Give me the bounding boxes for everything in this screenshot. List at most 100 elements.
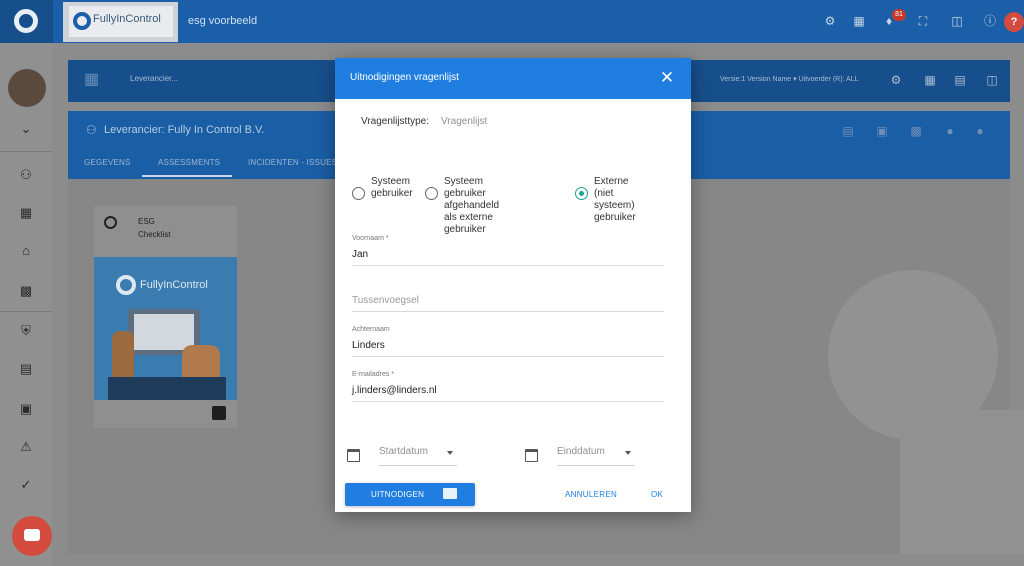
user-network-icon[interactable]: ⚇	[18, 167, 34, 183]
shield-icon[interactable]: ⛨	[18, 323, 34, 339]
building-icon[interactable]: ▤	[952, 72, 968, 88]
radio-label-line: systeem)	[594, 200, 635, 211]
home-icon[interactable]: ⌂	[18, 243, 34, 259]
email-label: E-mailadres *	[352, 371, 395, 378]
dialog-header: Uitnodigingen vragenlijst ✕	[335, 58, 691, 99]
radio-label-line: gebruiker	[594, 212, 636, 223]
tab-assessments[interactable]: ASSESSMENTS	[158, 158, 220, 167]
card-title: ESG Checklist	[138, 215, 170, 241]
tab-gegevens[interactable]: GEGEVENS	[84, 158, 131, 167]
close-icon[interactable]: ✕	[657, 68, 677, 88]
radio-option-label: Systeem gebruiker	[371, 176, 413, 200]
chat-icon	[24, 529, 40, 541]
radio-label-line: Systeem	[371, 176, 410, 187]
radio-label-line: Externe (niet	[594, 176, 629, 199]
end-date-input[interactable]: Einddatum	[557, 446, 605, 457]
org-chart-icon: ▦	[84, 71, 100, 88]
invite-button-label: UITNODIGEN	[371, 490, 425, 499]
radio-label-line: afgehandeld als externe	[444, 200, 500, 223]
invite-button[interactable]: UITNODIGEN	[345, 483, 475, 506]
infix-input[interactable]: Tussenvoegsel	[352, 295, 419, 306]
questionnaire-type-label: Vragenlijsttype:	[361, 116, 429, 127]
avatar[interactable]	[8, 69, 46, 107]
building-icon[interactable]: ▦	[18, 205, 34, 221]
hand-illustration	[112, 331, 134, 381]
field-underline	[352, 265, 664, 266]
sidebar: ⌄ ⚇ ▦ ⌂ ▩ ⛨ ▤ ▣ ⚠ ✓	[0, 43, 52, 566]
cancel-button[interactable]: ANNULEREN	[565, 490, 617, 499]
start-date-input[interactable]: Startdatum	[379, 446, 428, 457]
chevron-down-icon[interactable]: ⌄	[18, 121, 34, 137]
first-name-input[interactable]: Jan	[352, 249, 368, 260]
field-underline	[352, 311, 664, 312]
active-tab-indicator	[142, 175, 232, 177]
card-image: FullyInControl	[94, 257, 237, 400]
mail-icon	[443, 488, 457, 499]
card-select-radio[interactable]	[104, 216, 117, 229]
checklist-illustration	[134, 314, 194, 350]
page-name: esg voorbeeld	[188, 15, 258, 27]
tab-incidenten[interactable]: INCIDENTEN - ISSUES	[248, 158, 337, 167]
monitor-icon[interactable]: ▣	[18, 401, 34, 417]
card-title-line1: ESG	[138, 217, 155, 226]
last-name-input[interactable]: Linders	[352, 340, 385, 351]
help-icon[interactable]: ●	[942, 123, 958, 139]
fullscreen-icon[interactable]: ⛶	[916, 14, 930, 28]
radio-button[interactable]	[425, 187, 438, 200]
chevron-down-icon[interactable]	[625, 451, 631, 455]
help-icon[interactable]: ?	[1004, 12, 1024, 32]
sidebar-divider	[0, 311, 52, 312]
folder-settings-icon[interactable]: ◫	[984, 72, 1000, 88]
breadcrumb[interactable]: Leverancier...	[130, 74, 178, 83]
gift-icon[interactable]: ◫	[950, 14, 964, 28]
radio-option-label: Externe (niet systeem) gebruiker	[594, 176, 636, 224]
email-input[interactable]: j.linders@linders.nl	[352, 385, 437, 396]
invite-dialog: Uitnodigingen vragenlijst ✕ Vragenlijstt…	[335, 58, 691, 512]
last-name-label: Achternaam	[352, 326, 390, 333]
check-icon[interactable]: ✓	[18, 477, 34, 493]
radio-button-selected[interactable]	[575, 187, 588, 200]
calendar-icon[interactable]: ▤	[18, 361, 34, 377]
field-underline	[379, 465, 457, 466]
building-settings-icon[interactable]: ▦	[922, 72, 938, 88]
field-underline	[352, 356, 664, 357]
calendar-icon[interactable]	[347, 449, 360, 462]
background-decoration	[900, 410, 1024, 554]
app-logo[interactable]	[0, 0, 53, 43]
brand-logo[interactable]: FullyInControl	[60, 2, 178, 42]
first-name-label: Voornaam *	[352, 235, 389, 242]
field-underline	[557, 465, 635, 466]
chevron-down-icon[interactable]	[447, 451, 453, 455]
calendar-icon[interactable]	[525, 449, 538, 462]
contact-icon[interactable]: ▣	[874, 123, 890, 139]
logo-ring-icon	[14, 9, 38, 33]
chat-button[interactable]	[12, 516, 52, 556]
gear-icon[interactable]: ⚙	[888, 72, 904, 88]
building-icon[interactable]: ▦	[852, 14, 866, 28]
card-title-line2: Checklist	[138, 230, 171, 239]
image-brand-text: FullyInControl	[140, 279, 208, 291]
brand-logo-inner: FullyInControl	[69, 6, 173, 37]
version-selector[interactable]: Versie:1 Version Name ▾ Uitvoerder (R): …	[720, 75, 859, 83]
warning-icon[interactable]: ⚠	[18, 439, 34, 455]
copy-icon[interactable]: ▤	[840, 123, 856, 139]
user-settings-icon[interactable]: ⚙	[823, 14, 837, 28]
image-logo-icon	[116, 275, 136, 295]
ok-button[interactable]: OK	[651, 490, 663, 499]
briefcase-icon[interactable]: ▩	[908, 123, 924, 139]
notification-badge: 81	[892, 9, 906, 21]
questionnaire-type-value: Vragenlijst	[441, 116, 488, 127]
assessment-card[interactable]: ESG Checklist FullyInControl	[94, 206, 237, 428]
brand-text: FullyInControl	[93, 13, 161, 25]
dialog-title: Uitnodigingen vragenlijst	[350, 72, 459, 83]
sleeve-illustration	[108, 377, 226, 400]
field-underline	[352, 401, 664, 402]
info-icon[interactable]: ●	[972, 123, 988, 139]
contact-card-icon[interactable]	[212, 406, 226, 420]
info-icon[interactable]: ⓘ	[983, 14, 997, 28]
dashboard-icon[interactable]: ▩	[18, 283, 34, 299]
radio-option-label: Systeem gebruiker afgehandeld als extern…	[444, 176, 499, 236]
radio-label-line: gebruiker	[371, 188, 413, 199]
radio-button[interactable]	[352, 187, 365, 200]
brand-ring-icon	[73, 12, 91, 30]
